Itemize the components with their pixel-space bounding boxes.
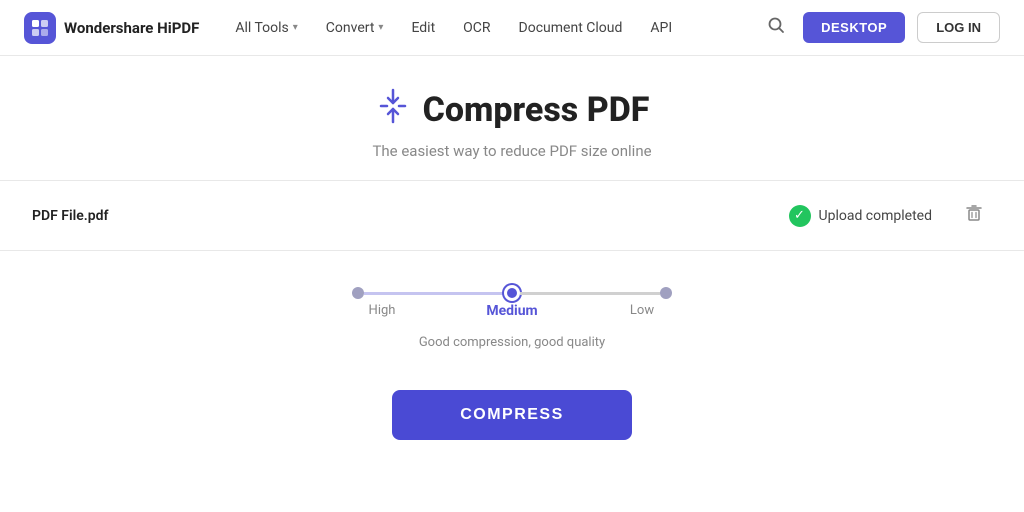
compression-description: Good compression, good quality — [419, 335, 605, 350]
compression-section: High Medium Low Good compression, good q… — [0, 251, 1024, 370]
nav-right: DESKTOP LOG IN — [761, 10, 1000, 45]
nav-items: All Tools ▾ Convert ▾ Edit OCR Document … — [223, 14, 753, 42]
hero-subtitle: The easiest way to reduce PDF size onlin… — [24, 142, 1000, 160]
login-button[interactable]: LOG IN — [917, 12, 1000, 43]
page-title: Compress PDF — [423, 90, 650, 130]
upload-status: ✓ Upload completed — [789, 205, 933, 227]
search-button[interactable] — [761, 10, 791, 45]
nav-all-tools[interactable]: All Tools ▾ — [223, 14, 309, 42]
nav-convert[interactable]: Convert ▾ — [314, 14, 396, 42]
chevron-down-icon: ▾ — [378, 22, 383, 33]
hero-section: Compress PDF The easiest way to reduce P… — [0, 56, 1024, 180]
navbar: Wondershare HiPDF All Tools ▾ Convert ▾ … — [0, 0, 1024, 56]
chevron-down-icon: ▾ — [293, 22, 298, 33]
high-dot[interactable] — [352, 287, 364, 299]
compress-button[interactable]: COMPRESS — [392, 390, 632, 440]
low-dot[interactable] — [660, 287, 672, 299]
high-label[interactable]: High — [352, 303, 412, 319]
medium-dot[interactable] — [504, 285, 520, 301]
compression-slider[interactable] — [352, 283, 672, 303]
file-row: PDF File.pdf ✓ Upload completed — [0, 181, 1024, 251]
compress-button-container: COMPRESS — [0, 370, 1024, 472]
nav-api[interactable]: API — [638, 14, 684, 42]
nav-document-cloud[interactable]: Document Cloud — [507, 14, 635, 42]
logo-icon — [24, 12, 56, 44]
nav-ocr[interactable]: OCR — [451, 14, 502, 42]
logo[interactable]: Wondershare HiPDF — [24, 12, 199, 44]
check-icon: ✓ — [789, 205, 811, 227]
medium-label[interactable]: Medium — [482, 303, 542, 319]
compress-icon — [375, 88, 411, 132]
compression-labels: High Medium Low — [352, 303, 672, 319]
delete-file-button[interactable] — [956, 199, 992, 232]
trash-icon — [964, 203, 984, 223]
file-name: PDF File.pdf — [32, 208, 789, 224]
desktop-button[interactable]: DESKTOP — [803, 12, 905, 43]
search-icon — [767, 16, 785, 34]
low-label[interactable]: Low — [612, 303, 672, 319]
brand-name: Wondershare HiPDF — [64, 19, 199, 37]
nav-edit[interactable]: Edit — [399, 14, 447, 42]
